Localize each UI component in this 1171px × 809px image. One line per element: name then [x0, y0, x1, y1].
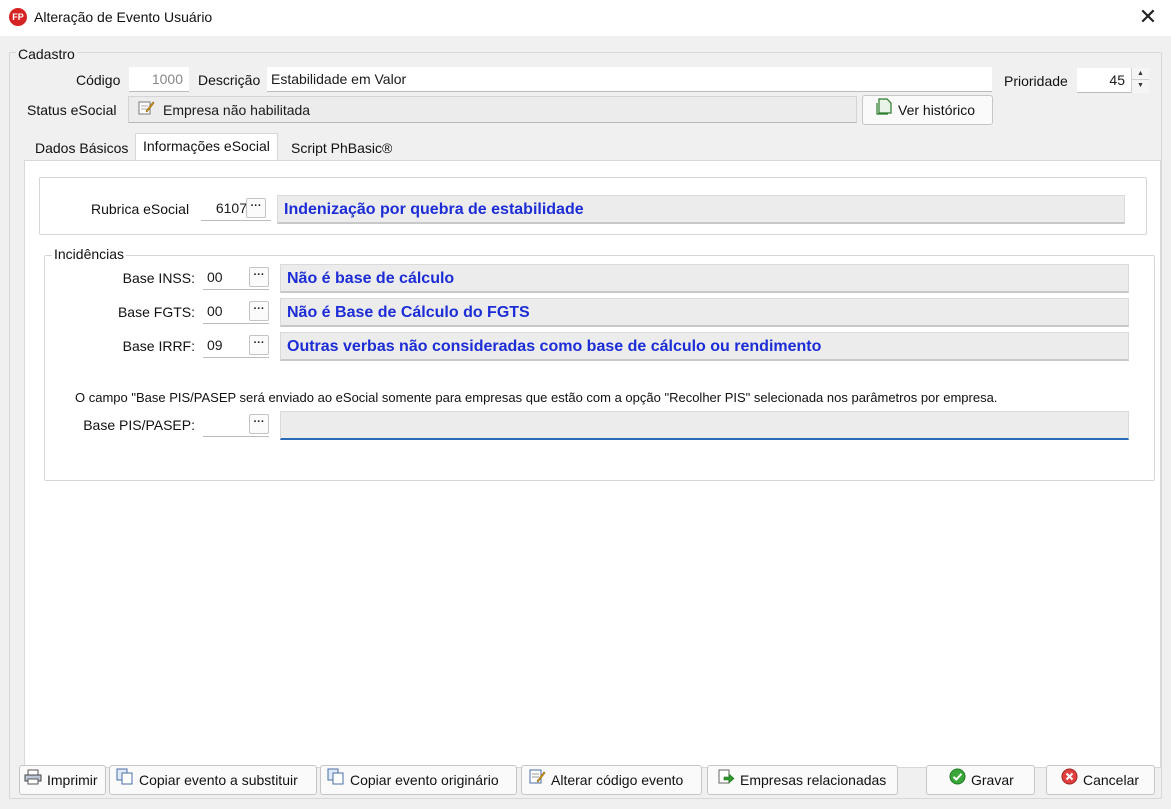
base-irrf-label: Base IRRF:	[122, 338, 195, 354]
spin-up-icon[interactable]: ▲	[1132, 68, 1149, 80]
prioridade-field[interactable]: 45	[1077, 68, 1131, 93]
tab-content-esocial: Rubrica eSocial 6107 ··· Indenização por…	[24, 160, 1161, 768]
printer-icon	[24, 766, 42, 794]
empresas-relacionadas-label: Empresas relacionadas	[740, 772, 887, 788]
ver-historico-button[interactable]: Ver histórico	[862, 95, 993, 125]
gravar-label: Gravar	[971, 772, 1014, 788]
export-arrow-icon	[717, 766, 735, 794]
copiar-evento-substituir-button[interactable]: Copiar evento a substituir	[109, 765, 317, 795]
base-inss-lookup-button[interactable]: ···	[249, 267, 269, 287]
base-pis-lookup-button[interactable]: ···	[249, 414, 269, 434]
base-fgts-lookup-button[interactable]: ···	[249, 301, 269, 321]
window-title: Alteração de Evento Usuário	[34, 9, 213, 25]
dialog-client-area: Cadastro Código 1000 Descrição Estabilid…	[0, 36, 1171, 809]
cancel-circle-icon	[1061, 766, 1078, 794]
status-esocial-field: Empresa não habilitada	[128, 96, 857, 123]
prioridade-spinner[interactable]: ▲ ▼	[1131, 68, 1149, 93]
base-inss-label: Base INSS:	[122, 270, 195, 286]
rubrica-lookup-button[interactable]: ···	[246, 198, 266, 218]
ver-historico-label: Ver histórico	[898, 102, 976, 118]
imprimir-button[interactable]: Imprimir	[19, 765, 106, 795]
rubrica-description: Indenização por quebra de estabilidade	[277, 195, 1125, 224]
status-edit-icon	[137, 97, 155, 122]
copiar-substituir-label: Copiar evento a substituir	[139, 772, 298, 788]
copiar-evento-originario-button[interactable]: Copiar evento originário	[320, 765, 517, 795]
empresas-relacionadas-button[interactable]: Empresas relacionadas	[707, 765, 898, 795]
edit-document-icon	[528, 766, 546, 794]
base-irrf-description: Outras verbas não consideradas como base…	[280, 332, 1129, 361]
copy-icon	[327, 766, 345, 794]
base-pis-label: Base PIS/PASEP:	[83, 417, 195, 433]
app-logo-icon: FP	[9, 8, 27, 26]
tab-script-phbasic[interactable]: Script PhBasic®	[284, 136, 399, 161]
copiar-originario-label: Copiar evento originário	[350, 772, 499, 788]
status-esocial-label: Status eSocial	[27, 102, 117, 118]
cancelar-button[interactable]: Cancelar	[1046, 765, 1155, 795]
close-icon: ✕	[1138, 4, 1158, 29]
history-icon	[875, 96, 893, 124]
rubrica-esocial-label: Rubrica eSocial	[91, 201, 190, 217]
cancelar-label: Cancelar	[1083, 772, 1140, 788]
alterar-codigo-label: Alterar código evento	[551, 772, 684, 788]
tab-dados-basicos[interactable]: Dados Básicos	[28, 136, 135, 161]
imprimir-label: Imprimir	[47, 772, 98, 788]
base-pis-description	[280, 411, 1129, 440]
codigo-label: Código	[76, 72, 121, 88]
gravar-button[interactable]: Gravar	[926, 765, 1035, 795]
status-esocial-value: Empresa não habilitada	[163, 102, 311, 118]
spin-down-icon[interactable]: ▼	[1132, 80, 1149, 92]
incidencias-group-label: Incidências	[52, 246, 127, 262]
codigo-field[interactable]: 1000	[129, 67, 189, 92]
descricao-label: Descrição	[198, 72, 261, 88]
base-fgts-label: Base FGTS:	[117, 304, 195, 320]
alterar-codigo-evento-button[interactable]: Alterar código evento	[521, 765, 702, 795]
tab-strip: Dados Básicos Informações eSocial Script…	[26, 133, 526, 161]
cadastro-group-label: Cadastro	[16, 46, 77, 62]
prioridade-label: Prioridade	[1004, 73, 1068, 89]
copy-icon	[116, 766, 134, 794]
check-circle-icon	[949, 766, 966, 794]
close-window-button[interactable]: ✕	[1125, 0, 1171, 36]
tab-informacoes-esocial[interactable]: Informações eSocial	[135, 133, 278, 161]
title-bar: FP Alteração de Evento Usuário ✕	[0, 0, 1171, 36]
base-inss-description: Não é base de cálculo	[280, 264, 1129, 293]
base-fgts-description: Não é Base de Cálculo do FGTS	[280, 298, 1129, 327]
pis-note-text: O campo "Base PIS/PASEP será enviado ao …	[75, 390, 998, 405]
base-irrf-lookup-button[interactable]: ···	[249, 335, 269, 355]
descricao-field[interactable]: Estabilidade em Valor	[267, 67, 992, 92]
